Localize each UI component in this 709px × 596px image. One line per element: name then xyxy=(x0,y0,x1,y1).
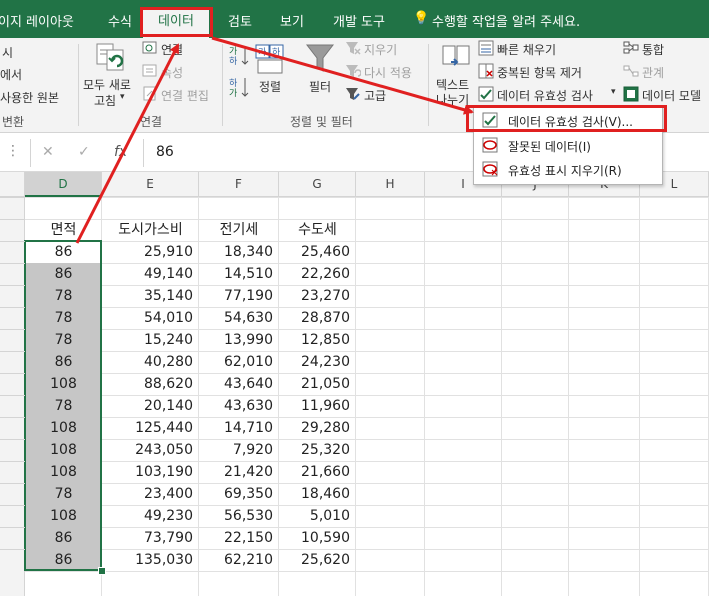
arrow-cells-to-data-tab xyxy=(75,43,180,244)
arrow-tab-to-validation xyxy=(211,36,474,115)
annotation-arrows xyxy=(75,36,474,244)
